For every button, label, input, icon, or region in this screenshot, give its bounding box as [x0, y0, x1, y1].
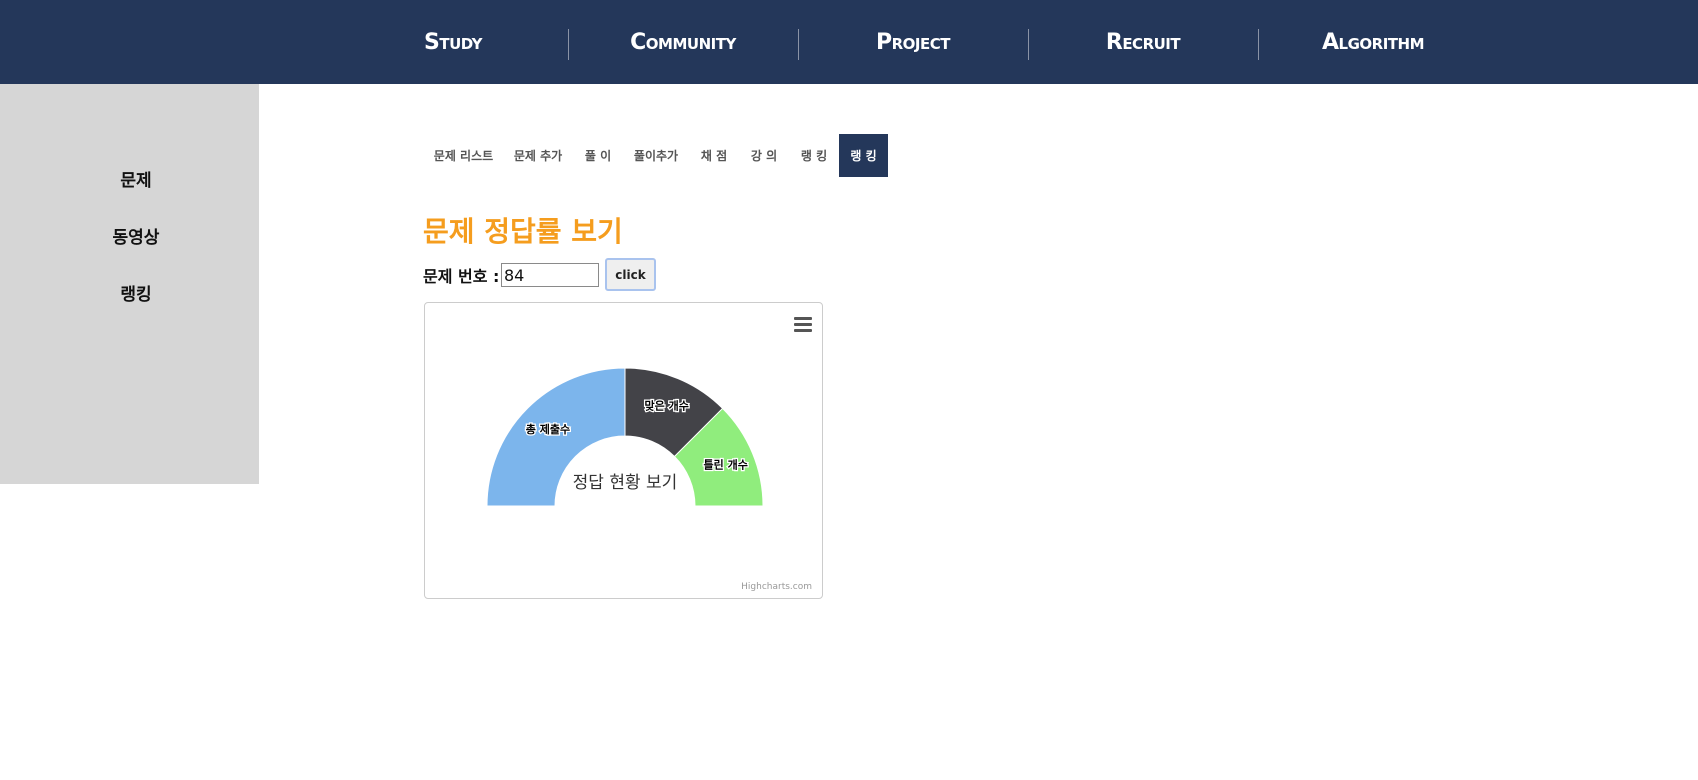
- chart-credits[interactable]: Highcharts.com: [741, 582, 812, 592]
- tab-grading[interactable]: 채 점: [696, 134, 732, 177]
- tab-ranking-active[interactable]: 랭 킹: [839, 134, 888, 177]
- pie-slice-label: 맞은 개수: [645, 398, 689, 412]
- sidebar: 문제 동영상 랭킹: [0, 84, 259, 484]
- tab-solution[interactable]: 풀 이: [580, 134, 616, 177]
- pie-slice-label: 총 제출수: [526, 422, 570, 436]
- top-navigation-bar: Study Community Project Recruit Algorith…: [0, 0, 1698, 84]
- nav-community[interactable]: Community: [568, 0, 798, 84]
- tab-problem-add[interactable]: 문제 추가: [511, 134, 565, 177]
- tab-ranking[interactable]: 랭 킹: [796, 134, 832, 177]
- tab-problem-list[interactable]: 문제 리스트: [431, 134, 496, 177]
- nav-algorithm[interactable]: Algorithm: [1258, 0, 1488, 84]
- click-button[interactable]: click: [605, 258, 656, 291]
- nav-recruit[interactable]: Recruit: [1028, 0, 1258, 84]
- pie-slice-label: 틀린 개수: [704, 457, 748, 471]
- sidebar-item-video[interactable]: 동영상: [0, 223, 272, 248]
- hamburger-menu-icon[interactable]: [794, 317, 812, 333]
- problem-number-input[interactable]: [501, 263, 599, 287]
- nav-study[interactable]: Study: [338, 0, 568, 84]
- chart-title: 정답 현황 보기: [573, 473, 678, 493]
- tab-solution-add[interactable]: 풀이추가: [631, 134, 681, 177]
- sidebar-item-ranking[interactable]: 랭킹: [0, 280, 272, 305]
- chart-svg: 총 제출수 맞은 개수틀린 개수정답 현황 보기: [486, 367, 764, 507]
- nav-project[interactable]: Project: [798, 0, 1028, 84]
- sidebar-item-problem[interactable]: 문제: [0, 166, 272, 191]
- correct-rate-chart: 총 제출수 맞은 개수틀린 개수정답 현황 보기 Highcharts.com: [424, 302, 823, 599]
- problem-number-label: 문제 번호 :: [423, 267, 500, 286]
- page-title: 문제 정답률 보기: [423, 215, 623, 248]
- tab-lecture[interactable]: 강 의: [746, 134, 782, 177]
